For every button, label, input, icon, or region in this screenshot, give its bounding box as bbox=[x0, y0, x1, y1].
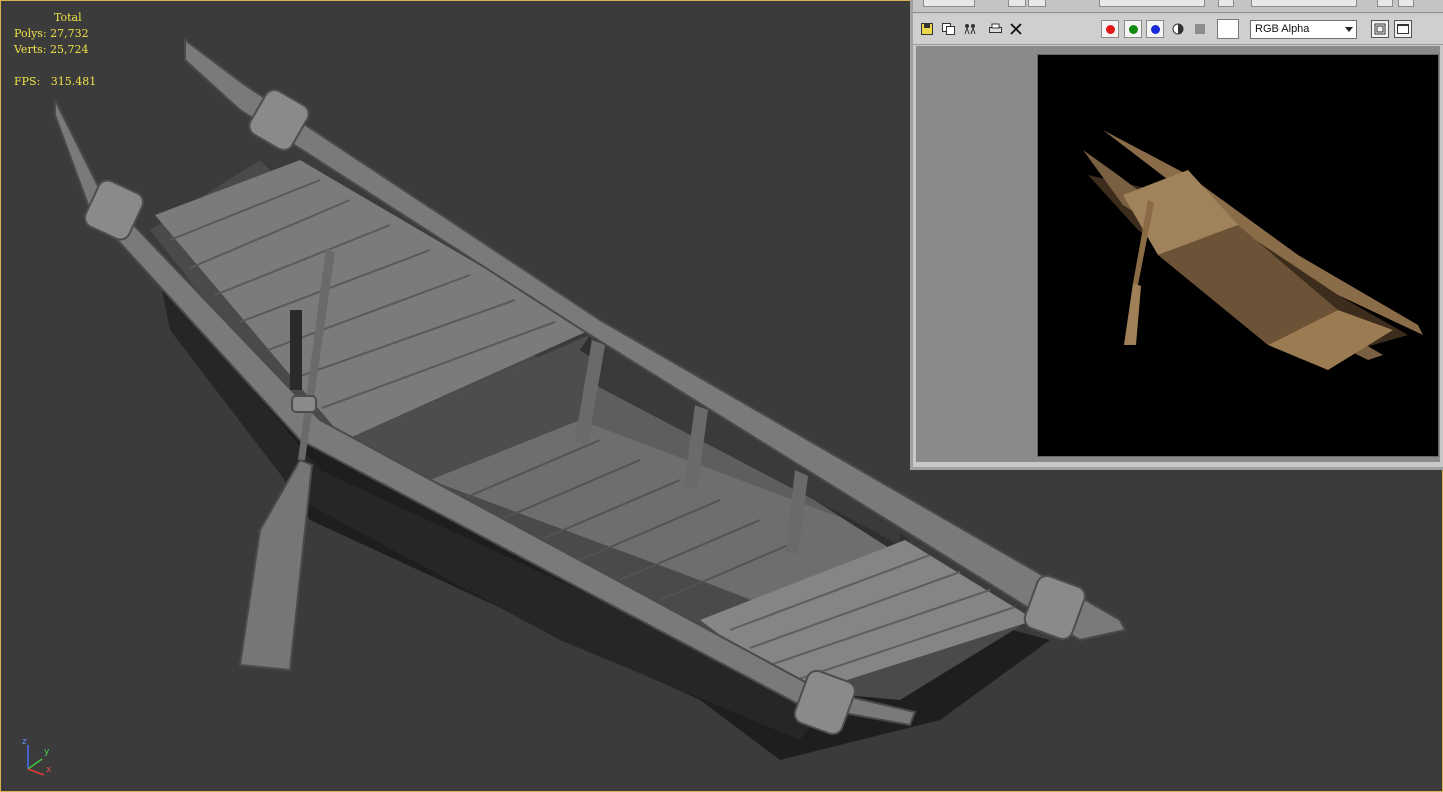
stats-fps: FPS: 315.481 bbox=[14, 74, 96, 90]
stats-verts: Verts: 25,724 bbox=[14, 42, 96, 58]
red-channel-toggle[interactable] bbox=[1101, 20, 1119, 38]
alpha-channel-icon[interactable] bbox=[1170, 21, 1186, 37]
fps-label: FPS: bbox=[14, 75, 41, 88]
monochrome-icon[interactable] bbox=[1192, 21, 1208, 37]
render-frame-window[interactable]: RGB Alpha bbox=[910, 0, 1443, 470]
top-control-1[interactable] bbox=[923, 0, 975, 7]
polys-value: 27,732 bbox=[50, 27, 89, 40]
axis-gizmo: z y x bbox=[18, 735, 58, 779]
stats-total-label: Total bbox=[54, 11, 82, 24]
green-channel-toggle[interactable] bbox=[1124, 20, 1142, 38]
display-channel-dropdown[interactable]: RGB Alpha bbox=[1250, 20, 1357, 39]
display-channel-value: RGB Alpha bbox=[1255, 23, 1310, 35]
blue-channel-toggle[interactable] bbox=[1146, 20, 1164, 38]
verts-label: Verts: bbox=[14, 43, 47, 56]
clone-icon[interactable] bbox=[963, 21, 979, 37]
axis-y-label: y bbox=[44, 747, 50, 757]
top-control-3[interactable] bbox=[1028, 0, 1046, 7]
axis-x-label: x bbox=[46, 765, 52, 775]
copy-icon[interactable] bbox=[940, 21, 956, 37]
chevron-down-icon bbox=[1345, 27, 1353, 32]
top-control-7[interactable] bbox=[1377, 0, 1393, 7]
top-control-8[interactable] bbox=[1398, 0, 1414, 7]
top-control-2[interactable] bbox=[1008, 0, 1026, 7]
stats-polys: Polys: 27,732 bbox=[14, 26, 96, 42]
polys-label: Polys: bbox=[14, 27, 47, 40]
viewport-statistics: Total Polys: 27,732 Verts: 25,724 FPS: 3… bbox=[14, 10, 96, 90]
render-canvas-area bbox=[916, 46, 1440, 462]
top-control-4[interactable] bbox=[1099, 0, 1205, 7]
top-control-5[interactable] bbox=[1218, 0, 1234, 7]
save-icon[interactable] bbox=[919, 21, 935, 37]
render-window-top-controls bbox=[913, 0, 1443, 13]
rendered-boat-image bbox=[1037, 54, 1439, 457]
toggle-ui-button[interactable] bbox=[1394, 20, 1412, 38]
verts-value: 25,724 bbox=[49, 43, 89, 56]
axis-z-label: z bbox=[22, 737, 27, 747]
clear-icon[interactable] bbox=[1008, 21, 1024, 37]
toggle-ui-overlay-button[interactable] bbox=[1371, 20, 1389, 38]
top-control-6[interactable] bbox=[1251, 0, 1357, 7]
color-swatch[interactable] bbox=[1217, 19, 1239, 39]
fps-value: 315.481 bbox=[50, 75, 97, 88]
print-icon[interactable] bbox=[987, 21, 1003, 37]
render-toolbar: RGB Alpha bbox=[913, 14, 1443, 45]
